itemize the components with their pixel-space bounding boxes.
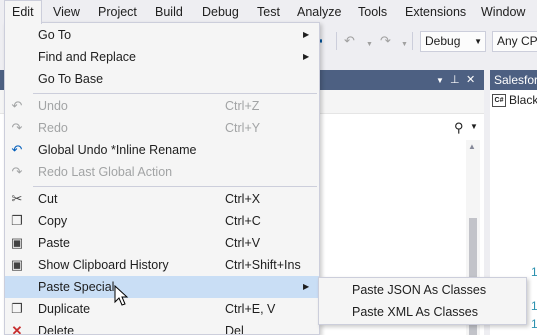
menu-item-redo-last-global-action[interactable]: ↷ Redo Last Global Action — [5, 161, 319, 183]
menu-item-label: Redo — [38, 121, 68, 135]
menu-test[interactable]: Test — [257, 0, 280, 24]
menu-build[interactable]: Build — [155, 0, 183, 24]
copy-icon: ❐ — [11, 213, 23, 228]
configuration-value: Debug — [425, 34, 461, 48]
line-number: 1 — [531, 299, 537, 313]
menu-separator — [33, 186, 317, 187]
csharp-file-icon: C# — [492, 94, 506, 108]
platform-select[interactable]: Any CPU — [492, 31, 537, 52]
menu-separator — [33, 93, 317, 94]
menu-extensions[interactable]: Extensions — [405, 0, 466, 24]
menu-item-shortcut: Ctrl+V — [225, 236, 261, 250]
menu-item-go-to[interactable]: Go To ▶ — [5, 24, 319, 46]
menu-item-redo[interactable]: ↷ Redo Ctrl+Y — [5, 117, 319, 139]
menu-item-duplicate[interactable]: ❐ Duplicate Ctrl+E, V — [5, 298, 319, 320]
menu-item-label: Cut — [38, 192, 58, 206]
menu-item-label: Redo Last Global Action — [38, 165, 173, 179]
close-icon[interactable]: ✕ — [466, 72, 475, 88]
toolbar-separator — [412, 32, 413, 50]
redo-dropdown-icon[interactable]: ▼ — [401, 37, 408, 53]
menu-item-label: Go To Base — [38, 72, 104, 86]
menu-bar: Edit View Project Build Debug Test Analy… — [0, 0, 537, 24]
undo-icon[interactable]: ↶ — [344, 33, 355, 49]
menu-item-shortcut: Del — [225, 324, 244, 335]
menu-item-label: Go To — [38, 28, 72, 42]
menu-view[interactable]: View — [53, 0, 80, 24]
menu-item-find-and-replace[interactable]: Find and Replace ▶ — [5, 46, 319, 68]
menu-debug[interactable]: Debug — [202, 0, 239, 24]
menu-item-paste-special[interactable]: Paste Special ▶ — [5, 276, 319, 298]
menu-item-label: Paste Special — [38, 280, 115, 294]
undo-dropdown-icon[interactable]: ▼ — [366, 37, 373, 53]
line-number: 1 — [531, 265, 537, 279]
search-dropdown-icon[interactable]: ▼ — [470, 122, 478, 131]
submenu-item-paste-xml-as-classes[interactable]: Paste XML As Classes — [319, 301, 526, 323]
redo-icon[interactable]: ↷ — [380, 33, 391, 49]
menu-edit[interactable]: Edit — [4, 0, 42, 24]
undo-icon: ↶ — [11, 98, 23, 113]
submenu-item-paste-json-as-classes[interactable]: Paste JSON As Classes — [319, 279, 526, 301]
menu-item-go-to-base[interactable]: Go To Base — [5, 68, 319, 90]
menu-project[interactable]: Project — [98, 0, 137, 24]
menu-item-shortcut: Ctrl+E, V — [225, 302, 276, 316]
scroll-up-icon[interactable]: ▲ — [468, 142, 476, 151]
edit-menu: Go To ▶ Find and Replace ▶ Go To Base ↶ … — [4, 22, 320, 335]
menu-item-label: Undo — [38, 99, 68, 113]
menu-item-label: Copy — [38, 214, 68, 228]
mouse-cursor-icon — [114, 285, 129, 306]
submenu-arrow-icon: ▶ — [303, 30, 310, 39]
menu-item-shortcut: Ctrl+X — [225, 192, 261, 206]
menu-item-shortcut: Ctrl+Z — [225, 99, 260, 113]
submenu-item-label: Paste JSON As Classes — [352, 283, 487, 297]
redo-icon: ↷ — [11, 120, 23, 135]
menu-item-label: Delete — [38, 324, 75, 335]
list-item-label: Black — [509, 93, 537, 107]
pin-icon[interactable]: ⊥ — [450, 72, 460, 88]
menu-item-shortcut: Ctrl+Y — [225, 121, 261, 135]
clipboard-history-icon: ▣ — [10, 257, 24, 272]
menu-item-label: Duplicate — [38, 302, 91, 316]
window-dropdown-icon[interactable]: ▼ — [436, 73, 444, 89]
salesforce-panel-header: Salesforce — [490, 70, 537, 90]
submenu-item-label: Paste XML As Classes — [352, 305, 478, 319]
duplicate-icon: ❐ — [11, 301, 23, 316]
paste-icon: ▣ — [10, 235, 24, 250]
global-undo-icon: ↶ — [11, 142, 23, 157]
menu-item-cut[interactable]: ✂ Cut Ctrl+X — [5, 188, 319, 210]
menu-tools[interactable]: Tools — [358, 0, 387, 24]
menu-item-label: Show Clipboard History — [38, 258, 169, 272]
global-redo-icon: ↷ — [11, 164, 23, 179]
menu-item-label: Find and Replace — [38, 50, 136, 64]
menu-item-global-undo[interactable]: ↶ Global Undo *Inline Rename — [5, 139, 319, 161]
paste-special-submenu: Paste JSON As Classes Paste XML As Class… — [318, 277, 527, 325]
menu-item-shortcut: Ctrl+Shift+Ins — [225, 258, 301, 272]
submenu-arrow-icon: ▶ — [303, 282, 310, 291]
toolbar-separator — [336, 32, 337, 50]
search-icon[interactable]: ⚲ — [454, 120, 464, 136]
scissors-icon: ✂ — [11, 191, 23, 206]
menu-item-show-clipboard-history[interactable]: ▣ Show Clipboard History Ctrl+Shift+Ins — [5, 254, 319, 276]
menu-item-copy[interactable]: ❐ Copy Ctrl+C — [5, 210, 319, 232]
platform-value: Any CPU — [497, 34, 537, 48]
menu-item-label: Paste — [38, 236, 70, 250]
menu-item-paste[interactable]: ▣ Paste Ctrl+V — [5, 232, 319, 254]
chevron-down-icon: ▼ — [474, 37, 482, 46]
salesforce-list-item[interactable]: C# Black — [492, 92, 537, 108]
menu-item-label: Global Undo *Inline Rename — [38, 143, 197, 157]
menu-analyze[interactable]: Analyze — [297, 0, 341, 24]
menu-window[interactable]: Window — [481, 0, 525, 24]
configuration-select[interactable]: Debug ▼ — [420, 31, 486, 52]
line-number: 1 — [531, 317, 537, 331]
submenu-arrow-icon: ▶ — [303, 52, 310, 61]
menu-item-shortcut: Ctrl+C — [225, 214, 261, 228]
menu-item-delete[interactable]: ✕ Delete Del — [5, 320, 319, 335]
menu-item-undo[interactable]: ↶ Undo Ctrl+Z — [5, 95, 319, 117]
delete-icon: ✕ — [11, 323, 23, 335]
